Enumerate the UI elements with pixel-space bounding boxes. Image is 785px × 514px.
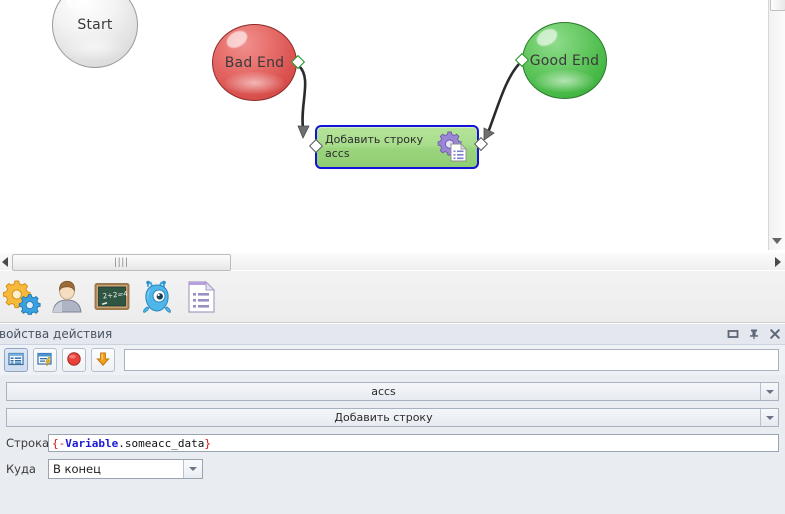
pin-icon[interactable] xyxy=(748,328,760,340)
download-button[interactable] xyxy=(91,348,115,372)
flow-node-good-end[interactable]: Good End xyxy=(522,22,607,99)
where-select-value: В конец xyxy=(53,462,101,476)
monster-icon[interactable] xyxy=(137,277,177,317)
user-icon[interactable] xyxy=(47,277,87,317)
main-icon-toolbar[interactable]: 2+2=4 xyxy=(0,271,785,323)
object-combo[interactable]: accs xyxy=(6,382,779,401)
action-properties-panel: войства действия accs Добавить строку Ст… xyxy=(0,324,785,514)
flow-node-bad-end[interactable]: Bad End xyxy=(212,24,297,101)
properties-toolbar xyxy=(0,345,785,375)
chevron-down-icon[interactable] xyxy=(760,383,778,400)
document-list-icon[interactable] xyxy=(182,277,222,317)
canvas-vertical-scroll-thumb[interactable] xyxy=(770,0,785,11)
where-field-label: Куда xyxy=(6,462,36,476)
arrow-down-icon[interactable] xyxy=(772,238,782,244)
record-button[interactable] xyxy=(62,348,86,372)
canvas-horizontal-scrollbar[interactable]: |||| xyxy=(0,253,785,271)
where-select[interactable]: В конец xyxy=(48,459,203,479)
chevron-down-icon[interactable] xyxy=(760,409,778,426)
string-token-variable: Variable xyxy=(65,436,119,450)
window-run-button[interactable] xyxy=(33,348,57,372)
string-field-input[interactable]: {- Variable .someacc_data} xyxy=(48,434,779,452)
flow-node-start-label: Start xyxy=(77,17,113,33)
string-field-label: Строка xyxy=(6,436,50,450)
table-icon xyxy=(8,351,24,370)
flow-canvas[interactable]: Start Bad End Good End Добавить строку a… xyxy=(0,0,769,250)
window-bolt-icon xyxy=(37,351,53,370)
flow-node-add-row[interactable]: Добавить строку accs xyxy=(315,125,479,169)
string-token-path: .someacc_data xyxy=(118,436,205,450)
flow-node-add-row-label: Добавить строку accs xyxy=(325,133,424,160)
application-window: Start Bad End Good End Добавить строку a… xyxy=(0,0,785,514)
object-combo-value: accs xyxy=(371,385,396,398)
canvas-vertical-scrollbar[interactable] xyxy=(768,0,785,250)
properties-panel-titlebar: войства действия xyxy=(0,324,785,345)
flow-node-bad-end-label: Bad End xyxy=(224,54,285,71)
search-input[interactable] xyxy=(124,349,779,371)
table-view-button[interactable] xyxy=(4,348,28,372)
where-field-row: Куда В конец xyxy=(6,459,779,479)
gear-document-icon xyxy=(435,130,469,164)
string-token-open: {- xyxy=(52,436,66,450)
close-icon[interactable] xyxy=(769,328,781,340)
blackboard-icon[interactable]: 2+2=4 xyxy=(92,277,132,317)
arrow-right-icon[interactable] xyxy=(775,257,781,267)
maximize-icon[interactable] xyxy=(727,328,739,340)
gears-icon[interactable] xyxy=(2,277,42,317)
panel-window-controls xyxy=(727,324,781,344)
action-combo[interactable]: Добавить строку xyxy=(6,408,779,427)
red-circle-icon xyxy=(66,351,82,370)
page-title: войства действия xyxy=(0,327,113,341)
action-combo-value: Добавить строку xyxy=(334,411,433,424)
orange-down-arrow-icon xyxy=(95,351,111,370)
scroll-thumb-grip: |||| xyxy=(114,257,129,268)
flow-node-good-end-label: Good End xyxy=(529,52,600,69)
string-field-row: Строка {- Variable .someacc_data} xyxy=(6,434,779,452)
arrow-left-icon[interactable] xyxy=(2,257,8,267)
string-token-close: } xyxy=(204,436,211,450)
flow-canvas-content: Start Bad End Good End Добавить строку a… xyxy=(0,0,769,250)
chevron-down-icon[interactable] xyxy=(183,460,202,478)
canvas-horizontal-scroll-thumb[interactable]: |||| xyxy=(12,254,231,271)
